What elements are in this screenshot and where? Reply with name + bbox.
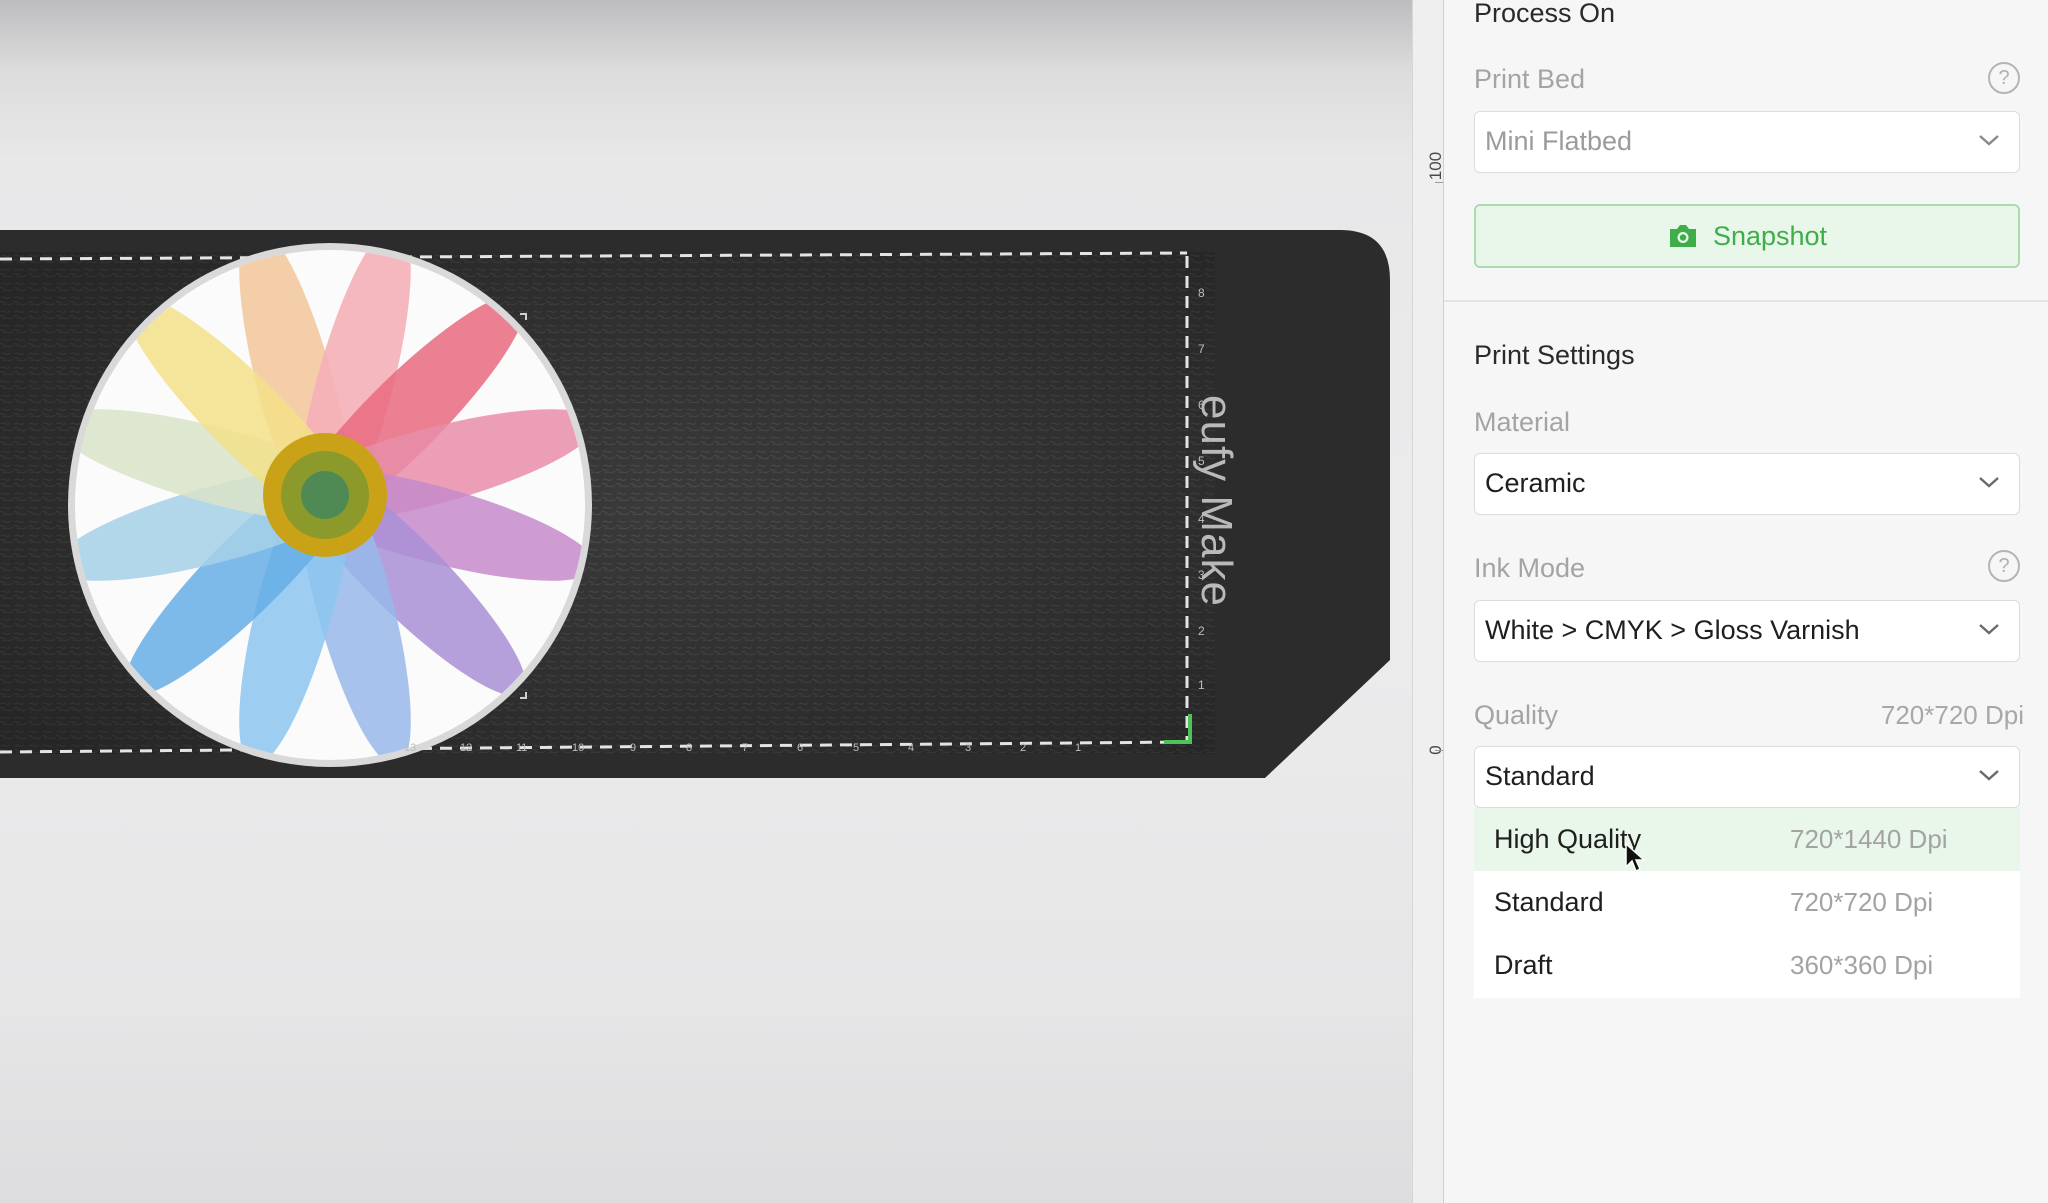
bed-bottom-mark: 11 — [516, 742, 528, 754]
snapshot-label: Snapshot — [1712, 220, 1828, 251]
print-bed-value: Mini Flatbed — [1485, 126, 1633, 156]
bed-scale-mark: 1 — [1198, 678, 1205, 692]
mouse-cursor-icon — [1625, 842, 1646, 873]
option-name: Draft — [1494, 950, 1553, 980]
bed-scale-mark: 8 — [1198, 286, 1205, 300]
option-dpi: 360*360 Dpi — [1790, 950, 1934, 980]
bed-bottom-mark: 9 — [630, 742, 637, 754]
option-dpi: 720*1440 Dpi — [1790, 824, 1948, 854]
vertical-ruler: 100 0 — [1412, 0, 1445, 1203]
quality-dpi-readout: 720*720 Dpi — [1880, 700, 2024, 730]
chevron-down-icon — [1979, 624, 1999, 635]
material-label: Material — [1474, 407, 1571, 437]
quality-dropdown-menu: High Quality 720*1440 Dpi Standard 720*7… — [1474, 808, 2020, 998]
option-dpi: 720*720 Dpi — [1790, 887, 1934, 917]
bed-bottom-mark: 12 — [460, 742, 473, 754]
ink-mode-value: White > CMYK > Gloss Varnish — [1485, 615, 1860, 645]
print-bed-select[interactable]: Mini Flatbed — [1474, 111, 2020, 173]
option-name: Standard — [1494, 887, 1604, 917]
bed-bottom-mark: 3 — [965, 742, 972, 754]
quality-value: Standard — [1485, 761, 1595, 791]
section-divider — [1444, 300, 2048, 302]
bed-bottom-mark: 13 — [404, 742, 417, 754]
ruler-label-100: 100 — [1426, 151, 1445, 181]
quality-label: Quality — [1474, 700, 1559, 730]
bed-scale-mark: 7 — [1198, 342, 1205, 356]
chevron-down-icon — [1979, 135, 1999, 146]
bed-bottom-mark: 8 — [686, 742, 693, 754]
bed-bottom-mark: 6 — [797, 742, 804, 754]
bed-bottom-mark: 1 — [1075, 742, 1082, 754]
ruler-tick — [1435, 182, 1443, 183]
material-value: Ceramic — [1485, 468, 1586, 498]
bed-bottom-mark: 7 — [742, 742, 749, 754]
bed-scale-mark: 2 — [1198, 624, 1205, 638]
process-on-title: Process On — [1474, 0, 1616, 28]
camera-icon — [1669, 225, 1696, 247]
snapshot-button[interactable]: Snapshot — [1474, 204, 2020, 268]
brand-text: eufy Make — [1192, 395, 1241, 607]
bed-bottom-mark: 10 — [572, 742, 585, 754]
quality-option-draft[interactable]: Draft 360*360 Dpi — [1474, 934, 2020, 997]
material-select[interactable]: Ceramic — [1474, 453, 2020, 515]
ruler-tick — [1435, 750, 1443, 751]
option-name: High Quality — [1494, 824, 1642, 854]
help-icon[interactable]: ? — [1988, 550, 2020, 582]
bed-bottom-mark: 2 — [1020, 742, 1027, 754]
ink-mode-select[interactable]: White > CMYK > Gloss Varnish — [1474, 600, 2020, 662]
print-bed-label: Print Bed — [1474, 64, 1586, 94]
print-settings-title: Print Settings — [1474, 340, 1635, 370]
bed-bottom-mark: 5 — [853, 742, 860, 754]
settings-panel: Process On Print Bed ? Mini Flatbed Snap… — [1444, 0, 2048, 1203]
ink-mode-label: Ink Mode — [1474, 553, 1586, 583]
quality-option-standard[interactable]: Standard 720*720 Dpi — [1474, 871, 2020, 934]
quality-select[interactable]: Standard — [1474, 746, 2020, 808]
help-icon[interactable]: ? — [1988, 62, 2020, 94]
quality-option-high-quality[interactable]: High Quality 720*1440 Dpi — [1474, 808, 2020, 871]
chevron-down-icon — [1979, 477, 1999, 488]
bed-bottom-mark: 4 — [908, 742, 915, 754]
design-canvas[interactable]: 8 7 6 5 4 3 2 1 1 2 3 4 5 6 7 8 9 10 11 … — [0, 0, 1412, 1203]
chevron-down-icon — [1979, 770, 1999, 781]
